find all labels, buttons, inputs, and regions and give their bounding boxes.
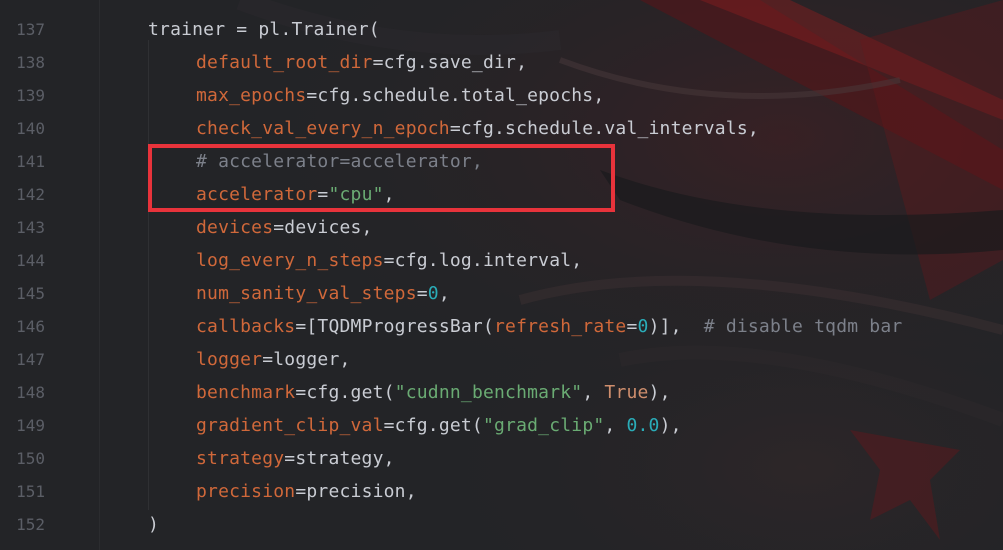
code-token-param: strategy	[196, 448, 285, 469]
code-line[interactable]: precision=precision,	[196, 475, 417, 508]
code-token-plain: =cfg.get(	[295, 382, 395, 403]
code-token-plain: ,	[604, 415, 627, 436]
code-line[interactable]: trainer = pl.Trainer(	[148, 13, 380, 46]
code-token-plain: ),	[648, 382, 671, 403]
code-line[interactable]: default_root_dir=cfg.save_dir,	[196, 46, 527, 79]
code-token-param: logger	[196, 349, 263, 370]
code-token-number: 0	[637, 316, 649, 337]
code-token-plain: =	[416, 283, 428, 304]
code-token-plain: =[TQDMProgressBar(	[295, 316, 495, 337]
code-area[interactable]: trainer = pl.Trainer(default_root_dir=cf…	[0, 0, 1003, 550]
code-token-keyword: True	[604, 382, 649, 403]
code-token-number: 0	[427, 283, 439, 304]
code-editor[interactable]: 137 138 139 140 141 142 143 144 145 146 147 148 149 1…	[0, 0, 1003, 550]
code-token-plain: =cfg.save_dir,	[372, 52, 528, 73]
code-token-plain: ,	[438, 283, 450, 304]
code-token-plain: =cfg.schedule.val_intervals,	[449, 118, 759, 139]
code-token-plain: =strategy,	[284, 448, 395, 469]
code-token-plain: )],	[648, 316, 704, 337]
code-token-plain: =devices,	[273, 217, 373, 238]
code-token-param: log_every_n_steps	[196, 250, 384, 271]
code-token-plain: =precision,	[295, 481, 417, 502]
code-line[interactable]: max_epochs=cfg.schedule.total_epochs,	[196, 79, 604, 112]
code-token-plain: =	[626, 316, 638, 337]
code-line[interactable]: strategy=strategy,	[196, 442, 395, 475]
code-token-plain: =cfg.log.interval,	[383, 250, 583, 271]
code-token-param: callbacks	[196, 316, 296, 337]
code-token-number: 0.0	[626, 415, 660, 436]
code-token-param: max_epochs	[196, 85, 307, 106]
code-line[interactable]: benchmark=cfg.get("cudnn_benchmark", Tru…	[196, 376, 671, 409]
code-line[interactable]: logger=logger,	[196, 343, 351, 376]
code-line[interactable]: log_every_n_steps=cfg.log.interval,	[196, 244, 582, 277]
highlight-box	[148, 144, 615, 212]
code-token-comment: # disable tqdm bar	[703, 316, 903, 337]
code-line[interactable]: check_val_every_n_epoch=cfg.schedule.val…	[196, 112, 759, 145]
code-token-param: precision	[196, 481, 296, 502]
code-token-plain: ,	[582, 382, 605, 403]
code-line[interactable]: )	[148, 508, 159, 541]
code-line[interactable]: callbacks=[TQDMProgressBar(refresh_rate=…	[196, 310, 902, 343]
code-token-plain: =cfg.schedule.total_epochs,	[306, 85, 605, 106]
code-token-param: benchmark	[196, 382, 296, 403]
code-line[interactable]: gradient_clip_val=cfg.get("grad_clip", 0…	[196, 409, 682, 442]
code-token-param: default_root_dir	[196, 52, 373, 73]
code-token-plain: )	[148, 514, 160, 535]
code-token-plain: =logger,	[262, 349, 351, 370]
code-token-plain: =cfg.get(	[383, 415, 483, 436]
code-token-param: num_sanity_val_steps	[196, 283, 417, 304]
code-token-string: "cudnn_benchmark"	[394, 382, 583, 403]
code-token-param: check_val_every_n_epoch	[196, 118, 450, 139]
code-token-param: gradient_clip_val	[196, 415, 384, 436]
code-token-plain: ),	[659, 415, 682, 436]
code-line[interactable]: num_sanity_val_steps=0,	[196, 277, 450, 310]
code-line[interactable]: devices=devices,	[196, 211, 373, 244]
code-token-param: devices	[196, 217, 274, 238]
code-token-param: refresh_rate	[494, 316, 627, 337]
code-token-string: "grad_clip"	[482, 415, 605, 436]
code-token-plain: trainer = pl.Trainer(	[148, 19, 380, 40]
